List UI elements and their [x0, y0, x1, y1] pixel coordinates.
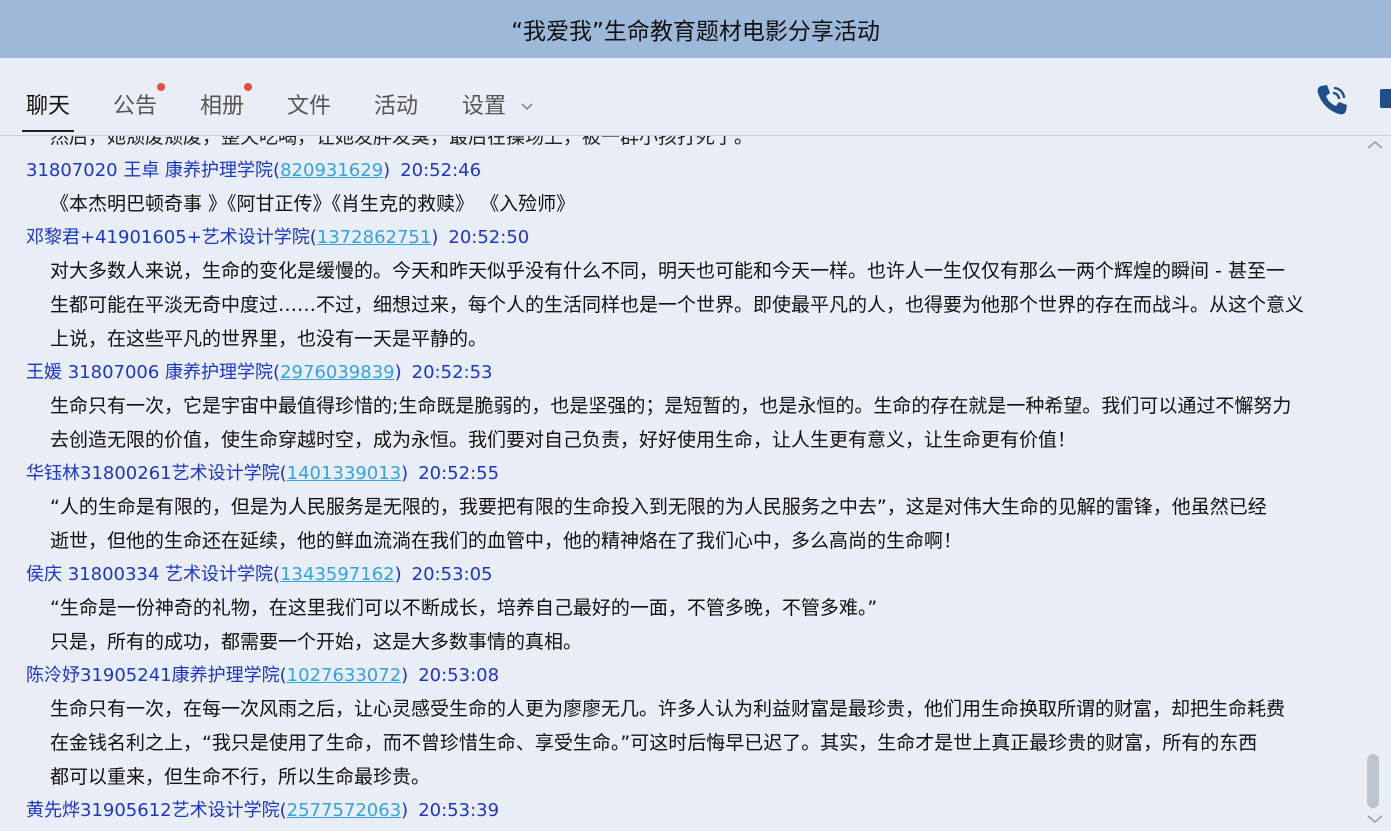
- message-text-line: 上说，在这些平凡的世界里，也没有一天是平静的。: [50, 328, 488, 350]
- tab-bar: 聊天 公告 相册 文件 活动 设置: [0, 58, 1391, 136]
- message-text-line: 逝世，但他的生命还在延续，他的鲜血流淌在我们的血管中，他的精神烙在了我们心中，多…: [50, 530, 963, 552]
- message-header: 陈泠妤31905241康养护理学院(1027633072) 20:53:08: [26, 661, 499, 687]
- message-header: 侯庆 31800334 艺术设计学院(1343597162) 20:53:05: [26, 560, 493, 586]
- tab-activity[interactable]: 活动: [374, 88, 418, 132]
- chevron-down-icon: [521, 103, 533, 111]
- tab-chat[interactable]: 聊天: [21, 88, 75, 132]
- message-header: 王媛 31807006 康养护理学院(2976039839) 20:52:53: [26, 358, 493, 384]
- message-timestamp: 20:52:53: [411, 362, 493, 383]
- sender-qq-link[interactable]: 1372862751: [317, 227, 432, 248]
- sender-close-paren: ): [401, 463, 409, 484]
- message-timestamp: 20:52:46: [400, 160, 482, 181]
- chat-message-list: 然后，她颓废颓废，整天吃喝，让她发胖发臭，最后在操场上，被一群小孩打死了。 31…: [0, 136, 1360, 831]
- message-header: 黄先烨31905612艺术设计学院(2577572063) 20:53:39: [26, 796, 499, 822]
- message-timestamp: 20:53:08: [418, 665, 500, 686]
- message-text-line: 生命只有一次，它是宇宙中最值得珍惜的;生命既是脆弱的，也是坚强的；是短暂的，也是…: [50, 395, 1292, 417]
- message-text-line: 在金钱名利之上，“我只是使用了生命，而不曾珍惜生命、享受生命。”可这时后悔早已迟…: [50, 732, 1258, 754]
- sender-name[interactable]: 陈泠妤31905241康养护理学院(: [26, 665, 287, 686]
- tab-files[interactable]: 文件: [287, 88, 331, 132]
- tab-label: 文件: [287, 94, 332, 119]
- tab-label: 活动: [374, 94, 419, 119]
- notification-dot: [244, 83, 253, 91]
- message-text-line: 对大多数人来说，生命的变化是缓慢的。今天和昨天似乎没有什么不同，明天也可能和今天…: [50, 260, 1285, 282]
- phone-icon: [1317, 85, 1347, 115]
- sender-qq-link[interactable]: 1027633072: [287, 665, 402, 686]
- tab-label: 聊天: [26, 94, 71, 119]
- window-title: “我爱我”生命教育题材电影分享活动: [511, 19, 880, 45]
- voice-call-button[interactable]: [1312, 80, 1352, 120]
- message-timestamp: 20:52:50: [448, 227, 530, 248]
- message-text-line: 只是，所有的成功，都需要一个开始，这是大多数事情的真相。: [50, 631, 583, 653]
- scroll-up-icon[interactable]: [1366, 138, 1384, 152]
- sender-qq-link[interactable]: 820931629: [280, 160, 383, 181]
- sender-name[interactable]: 王媛 31807006 康养护理学院(: [26, 362, 280, 383]
- message-text-line: 《本杰明巴顿奇事 》《阿甘正传》《肖生克的救赎》 《入殓师》: [50, 193, 576, 215]
- tab-label: 相册: [200, 94, 245, 119]
- message-text-line: 生都可能在平淡无奇中度过……不过，细想过来，每个人的生活同样也是一个世界。即使最…: [50, 294, 1305, 316]
- message-header: 华钰林31800261艺术设计学院(1401339013) 20:52:55: [26, 459, 499, 485]
- sender-close-paren: ): [401, 665, 409, 686]
- message-text-line: “生命是一份神奇的礼物，在这里我们可以不断成长，培养自己最好的一面，不管多晚，不…: [50, 597, 878, 619]
- sender-name[interactable]: 黄先烨31905612艺术设计学院(: [26, 800, 287, 821]
- message-text-cut-off: 然后，她颓废颓废，整天吃喝，让她发胖发臭，最后在操场上，被一群小孩打死了。: [50, 136, 754, 148]
- chat-scrollbar[interactable]: [1362, 136, 1391, 831]
- sender-name[interactable]: 31807020 王卓 康养护理学院(: [26, 160, 280, 181]
- video-call-button[interactable]: [1375, 84, 1391, 114]
- sender-close-paren: ): [401, 800, 409, 821]
- scroll-down-icon[interactable]: [1366, 812, 1384, 826]
- message-timestamp: 20:52:55: [418, 463, 500, 484]
- sender-qq-link[interactable]: 1401339013: [287, 463, 402, 484]
- message-text-line: 生命只有一次，在每一次风雨之后，让心灵感受生命的人更为廖廖无几。许多人认为利益财…: [50, 698, 1286, 720]
- message-timestamp: 20:53:39: [418, 800, 500, 821]
- message-text-line: “人的生命是有限的，但是为人民服务是无限的，我要把有限的生命投入到无限的为人民服…: [50, 496, 1267, 518]
- tab-label: 设置: [462, 94, 507, 119]
- tab-settings[interactable]: 设置: [462, 88, 533, 132]
- sender-name[interactable]: 邓黎君+41901605+艺术设计学院(: [26, 227, 317, 248]
- scrollbar-thumb[interactable]: [1367, 754, 1379, 808]
- tab-announcement[interactable]: 公告: [113, 83, 166, 132]
- message-timestamp: 20:53:05: [411, 564, 493, 585]
- tab-album[interactable]: 相册: [200, 83, 253, 132]
- sender-close-paren: ): [394, 362, 402, 383]
- sender-close-paren: ): [431, 227, 439, 248]
- sender-close-paren: ): [383, 160, 391, 181]
- sender-close-paren: ): [394, 564, 402, 585]
- sender-qq-link[interactable]: 2577572063: [287, 800, 402, 821]
- message-text-line: 去创造无限的价值，使生命穿越时空，成为永恒。我们要对自己负责，好好使用生命，让人…: [50, 429, 1077, 451]
- sender-qq-link[interactable]: 2976039839: [280, 362, 395, 383]
- sender-qq-link[interactable]: 1343597162: [280, 564, 395, 585]
- message-header: 31807020 王卓 康养护理学院(820931629) 20:52:46: [26, 156, 481, 182]
- tab-label: 公告: [113, 94, 158, 119]
- sender-name[interactable]: 华钰林31800261艺术设计学院(: [26, 463, 287, 484]
- message-text-line: 都可以重来，但生命不行，所以生命最珍贵。: [50, 766, 431, 788]
- video-call-icon: [1380, 89, 1391, 108]
- window-titlebar: “我爱我”生命教育题材电影分享活动: [0, 0, 1391, 58]
- notification-dot: [157, 83, 166, 91]
- message-header: 邓黎君+41901605+艺术设计学院(1372862751) 20:52:50: [26, 223, 529, 249]
- sender-name[interactable]: 侯庆 31800334 艺术设计学院(: [26, 564, 280, 585]
